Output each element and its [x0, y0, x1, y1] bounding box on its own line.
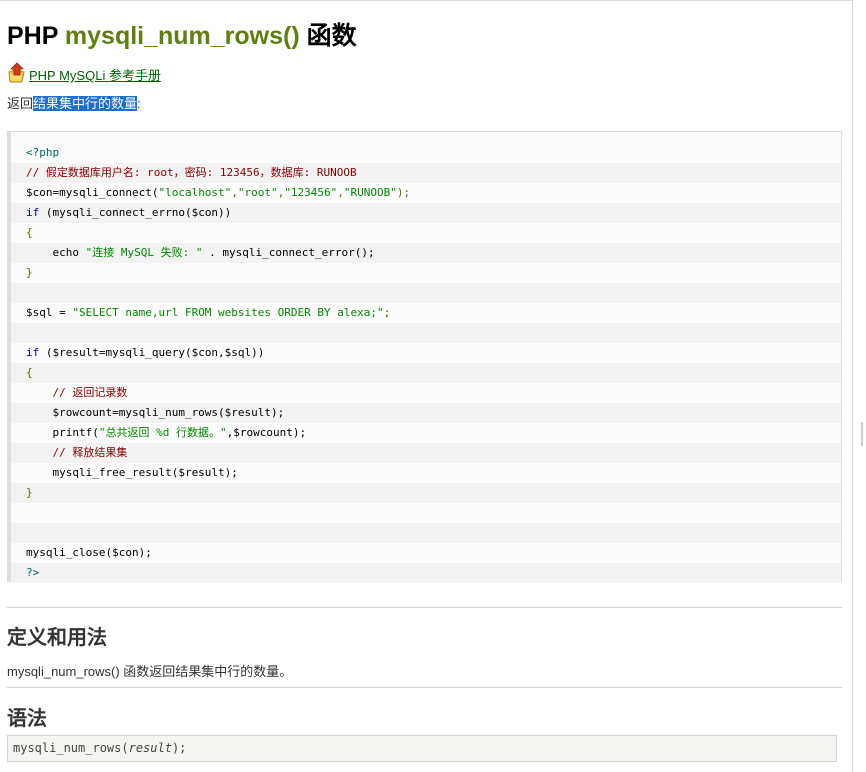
reference-link-label: PHP MySQLi 参考手册 — [29, 68, 161, 83]
code-line: echo "连接 MySQL 失败: " . mysqli_connect_er… — [11, 243, 841, 263]
code-token: mysqli_free_result($result); — [26, 466, 238, 479]
code-token: . mysqli_connect_error(); — [202, 246, 375, 259]
code-line: } — [11, 263, 841, 283]
code-line: ?> — [11, 563, 841, 583]
syntax-code-prefix: mysqli_num_rows( — [13, 741, 129, 755]
section-divider — [7, 607, 842, 608]
code-token: printf( — [26, 426, 99, 439]
code-line: // 假定数据库用户名: root，密码: 123456，数据库: RUNOOB — [11, 163, 841, 183]
intro-text: 返回结果集中行的数量: — [7, 93, 141, 112]
code-token: <?php — [26, 146, 60, 159]
code-token: // 释放结果集 — [52, 446, 128, 459]
scrollbar-marker[interactable] — [861, 422, 863, 446]
syntax-code-param: result — [128, 741, 172, 755]
code-token: "root" — [237, 186, 278, 199]
code-token: ,$rowcount); — [226, 426, 307, 439]
code-line — [11, 323, 841, 343]
title-function: mysqli_num_rows() — [64, 22, 300, 50]
code-token: "localhost" — [158, 186, 232, 199]
code-line: { — [11, 363, 841, 383]
title-suffix: 函数 — [299, 22, 357, 50]
code-token: $sql = — [26, 306, 73, 319]
code-line: $rowcount=mysqli_num_rows($result); — [11, 403, 841, 423]
code-token: // 返回记录数 — [52, 386, 128, 399]
code-line: mysqli_close($con); — [11, 543, 841, 563]
title-prefix: PHP — [7, 22, 65, 50]
syntax-code-box: mysqli_num_rows(result); — [7, 735, 837, 762]
code-line: mysqli_free_result($result); — [11, 463, 841, 483]
syntax-code-suffix: ); — [171, 741, 187, 755]
arrow-up-folder-icon — [8, 62, 25, 83]
reference-manual-link[interactable]: PHP MySQLi 参考手册 — [7, 60, 161, 84]
code-token: $con=mysqli_connect( — [26, 186, 159, 199]
code-token: "RUNOOB" — [343, 186, 397, 199]
code-token: { — [26, 226, 33, 239]
code-token: ($result=mysqli_query($con,$sql)) — [39, 346, 265, 359]
code-line — [11, 283, 841, 303]
intro-suffix: : — [137, 96, 141, 111]
section-divider — [7, 687, 842, 688]
code-token: } — [26, 486, 33, 499]
code-token: "123456" — [284, 186, 338, 199]
code-token: ?> — [26, 566, 40, 579]
code-line: } — [11, 483, 841, 503]
code-line: // 返回记录数 — [11, 383, 841, 403]
syntax-heading: 语法 — [7, 706, 47, 730]
code-token: "总共返回 %d 行数据。" — [98, 426, 227, 439]
code-token: } — [26, 266, 33, 279]
page-title: PHP mysqli_num_rows() 函数 — [7, 16, 357, 52]
code-line: $con=mysqli_connect("localhost","root","… — [11, 183, 841, 203]
definition-heading: 定义和用法 — [7, 625, 107, 649]
code-token: "SELECT name,url FROM websites ORDER BY … — [72, 306, 384, 319]
code-token: , — [337, 186, 344, 199]
code-token: ); — [396, 186, 411, 199]
code-line: // 释放结果集 — [11, 443, 841, 463]
code-token: ; — [383, 306, 391, 319]
intro-highlight: 结果集中行的数量 — [33, 96, 138, 111]
code-line: <?php — [11, 143, 841, 163]
code-example-block: <?php // 假定数据库用户名: root，密码: 123456，数据库: R… — [7, 131, 842, 583]
code-token: mysqli_close($con); — [26, 546, 152, 559]
code-line: { — [11, 223, 841, 243]
code-token: { — [26, 366, 33, 379]
code-token: if — [26, 206, 40, 219]
code-token: (mysqli_connect_errno($con)) — [39, 206, 232, 219]
code-line: if ($result=mysqli_query($con,$sql)) — [11, 343, 841, 363]
code-token: , — [231, 186, 238, 199]
code-line — [11, 523, 841, 543]
intro-prefix: 返回 — [7, 96, 34, 111]
code-line: $sql = "SELECT name,url FROM websites OR… — [11, 303, 841, 323]
code-token: // 假定数据库用户名: root，密码: 123456，数据库: RUNOOB — [26, 166, 357, 179]
code-token: if — [26, 346, 40, 359]
code-token: "连接 MySQL 失败: " — [85, 246, 203, 259]
code-token: echo — [26, 246, 86, 259]
definition-text: mysqli_num_rows() 函数返回结果集中行的数量。 — [7, 664, 293, 679]
code-token: $rowcount=mysqli_num_rows($result); — [26, 406, 285, 419]
code-line: printf("总共返回 %d 行数据。",$rowcount); — [11, 423, 841, 443]
code-line: if (mysqli_connect_errno($con)) — [11, 203, 841, 223]
